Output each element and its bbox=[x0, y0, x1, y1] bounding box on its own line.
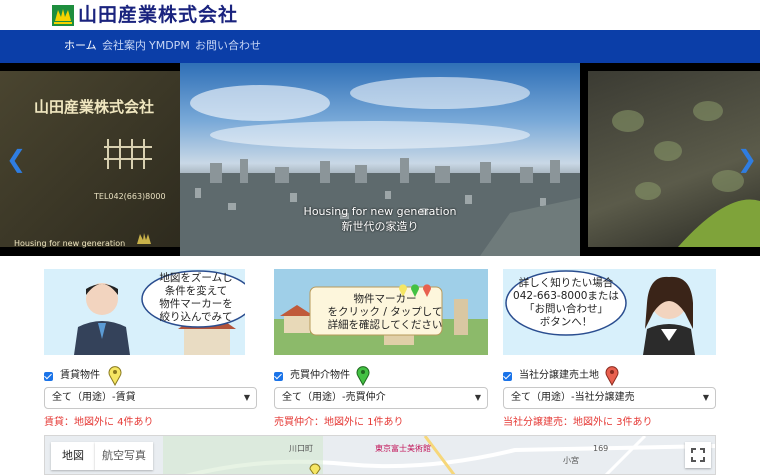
guide-line: をクリック / タップして bbox=[327, 306, 443, 318]
slide-tel: TEL042(663)8000 bbox=[94, 192, 166, 201]
rental-usage-select[interactable]: 全て（用途）-賃貸 ▼ bbox=[44, 387, 257, 409]
map-fullscreen-button[interactable] bbox=[685, 442, 711, 468]
map-road-number-label: 169 bbox=[593, 444, 609, 453]
own-sale-outside-count: 当社分譲建売：地図外に 3件あり bbox=[503, 417, 653, 428]
own-sale-checkbox[interactable] bbox=[503, 372, 512, 381]
map-place-label: 東京富士美術館 bbox=[375, 444, 431, 453]
slide-slogan: Housing for new generation bbox=[14, 239, 126, 248]
brokerage-usage-value: 全て（用途）-売買仲介 bbox=[282, 392, 386, 403]
guide-panel-contact: 詳しく知りたい場合 042-663-8000または 「お問い合わせ」 ボタンへ！ bbox=[503, 269, 716, 355]
nav-home[interactable]: ホーム bbox=[64, 39, 97, 53]
guide-line: ボタンへ！ bbox=[539, 316, 593, 328]
guide-text-zoom: 地図をズームし 条件を変えて 物件マーカーを 絞り込んでみて bbox=[146, 272, 245, 324]
slide-company-name: 山田産業株式会社 bbox=[34, 98, 155, 116]
brokerage-checkbox[interactable] bbox=[274, 372, 283, 381]
guide-line: 詳細を確認してください bbox=[327, 319, 443, 331]
carousel-slide-next bbox=[588, 71, 760, 247]
carousel-prev-button[interactable]: ❮ bbox=[6, 147, 26, 171]
nav-ymdpm[interactable]: YMDPM bbox=[149, 39, 190, 53]
map-place-label: 川口町 bbox=[289, 444, 313, 453]
hero-carousel: 山田産業株式会社 TEL042(663)8000 Housing for new… bbox=[0, 63, 760, 256]
rental-outside-count: 賃貸：地図外に 4件あり bbox=[44, 417, 154, 428]
fullscreen-icon bbox=[691, 448, 705, 462]
building-sketch-icon bbox=[104, 139, 152, 169]
company-logo-icon[interactable] bbox=[52, 5, 74, 26]
nav-company[interactable]: 会社案内 bbox=[102, 39, 146, 53]
carousel-next-button[interactable]: ❯ bbox=[737, 147, 757, 171]
rental-usage-value: 全て（用途）-賃貸 bbox=[52, 392, 136, 403]
rental-checkbox[interactable] bbox=[44, 372, 53, 381]
leaf-pattern-image bbox=[612, 101, 760, 247]
own-sale-usage-value: 全て（用途）-当社分譲建売 bbox=[511, 392, 635, 403]
header-logo-bar: 山田産業株式会社 bbox=[0, 0, 760, 30]
guide-line: 絞り込んでみて bbox=[159, 311, 233, 323]
own-sale-usage-select[interactable]: 全て（用途）-当社分譲建売 ▼ bbox=[503, 387, 716, 409]
guide-text-click: 物件マーカー をクリック / タップして 詳細を確認してください bbox=[310, 293, 460, 332]
company-name[interactable]: 山田産業株式会社 bbox=[78, 1, 238, 29]
map-type-map-tab[interactable]: 地図 bbox=[51, 442, 95, 470]
guide-text-contact: 詳しく知りたい場合 042-663-8000または 「お問い合わせ」 ボタンへ！ bbox=[511, 277, 621, 329]
brokerage-outside-count: 売買仲介：地図外に 1件あり bbox=[274, 417, 404, 428]
red-pin-icon bbox=[605, 366, 619, 386]
guide-line: 条件を変えて bbox=[164, 285, 228, 297]
map-place-label: 小宮 bbox=[563, 456, 579, 465]
slide-logo-icon bbox=[137, 233, 151, 244]
main-nav: ホーム 会社案内 YMDPM お問い合わせ bbox=[0, 30, 760, 63]
nav-contact[interactable]: お問い合わせ bbox=[195, 39, 261, 53]
green-pin-icon bbox=[356, 366, 370, 386]
carousel-caption-en: Housing for new generation bbox=[303, 205, 457, 218]
chevron-down-icon: ▼ bbox=[474, 393, 481, 402]
carousel-slide-prev: 山田産業株式会社 TEL042(663)8000 Housing for new… bbox=[0, 71, 180, 248]
chevron-down-icon: ▼ bbox=[702, 393, 709, 402]
guide-line: 物件マーカーを bbox=[159, 298, 233, 310]
guide-line: 「お問い合わせ」 bbox=[524, 303, 608, 315]
guide-panel-click: 物件マーカー をクリック / タップして 詳細を確認してください bbox=[274, 269, 488, 355]
guide-line: 物件マーカー bbox=[353, 293, 417, 305]
brokerage-usage-select[interactable]: 全て（用途）-売買仲介 ▼ bbox=[274, 387, 488, 409]
guide-line: 詳しく知りたい場合 bbox=[518, 277, 614, 289]
guide-panel-zoom: 地図をズームし 条件を変えて 物件マーカーを 絞り込んでみて bbox=[44, 269, 245, 355]
carousel-caption-ja: 新世代の家造り bbox=[341, 220, 419, 233]
map-type-satellite-tab[interactable]: 航空写真 bbox=[95, 442, 153, 470]
own-sale-label[interactable]: 当社分譲建売土地 bbox=[519, 368, 599, 384]
property-map[interactable]: 地図 航空写真 川口町 東京富士美術館 小宮 169 bbox=[44, 435, 716, 475]
rental-label[interactable]: 賃貸物件 bbox=[60, 368, 100, 384]
brokerage-label[interactable]: 売買仲介物件 bbox=[290, 368, 350, 384]
yellow-pin-icon bbox=[108, 366, 122, 386]
map-marker-icon[interactable] bbox=[309, 462, 321, 475]
guide-line: 042-663-8000または bbox=[513, 290, 619, 302]
chevron-down-icon: ▼ bbox=[243, 393, 250, 402]
guide-line: 地図をズームし bbox=[159, 272, 233, 284]
